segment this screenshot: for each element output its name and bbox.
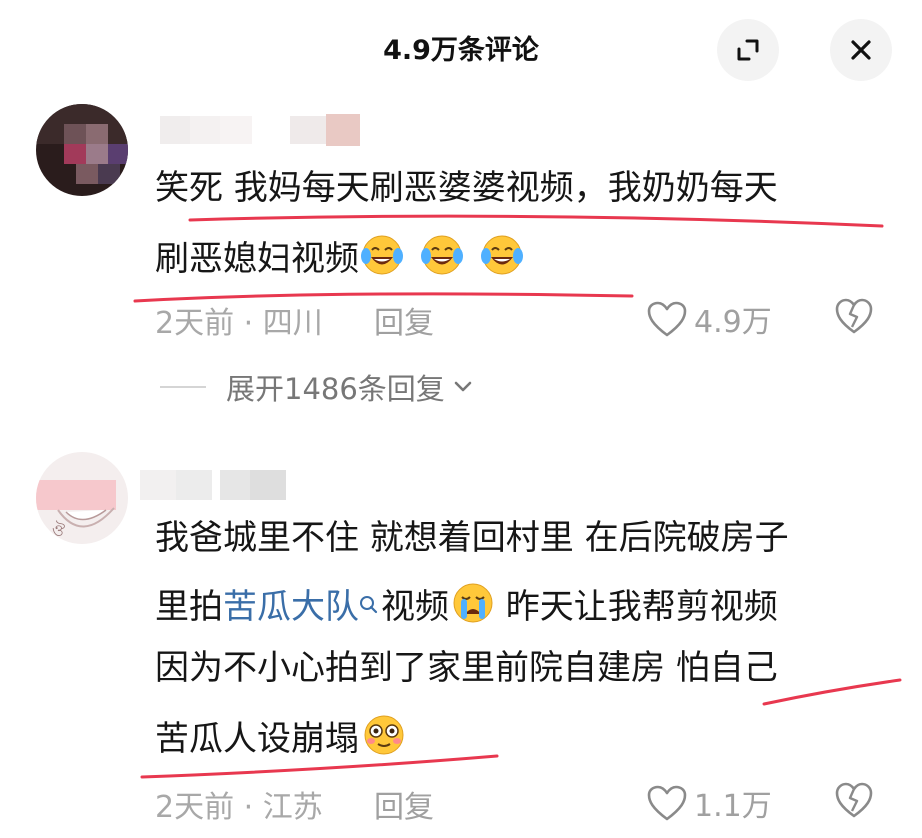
divider [160,386,206,388]
like-button[interactable]: 4.9万 [646,297,772,341]
meta-separator: · [243,790,254,825]
svg-text:ঔ: ঔ [52,521,65,540]
heart-icon [647,785,687,821]
avatar[interactable] [36,104,128,196]
meta-separator: · [243,306,254,341]
flushed-face-emoji [361,714,407,765]
dislike-button[interactable] [834,297,874,339]
comment-text-line-1: 我爸城里不住 就想着回村里 在后院破房子 [155,518,789,558]
comment-time: 2天前 [155,306,235,341]
comment-item: 笑死 我妈每天刷恶婆婆视频，我奶奶每天 刷恶媳妇视频 2天前 · 四川 回复 4… [0,0,922,420]
avatar[interactable]: ঔ [36,452,128,544]
username-blurred[interactable] [160,112,360,148]
broken-heart-icon [835,298,873,334]
like-button[interactable]: 1.1万 [646,781,772,825]
comment-meta: 2天前 · 江苏 [155,782,323,826]
reply-button[interactable]: 回复 [374,298,434,342]
search-icon[interactable] [359,586,379,626]
comment-item: ঔ 我爸城里不住 就想着回村里 在后院破房子 里拍苦瓜大队 视频 昨天让我帮剪视频… [0,420,922,838]
topic-link[interactable]: 苦瓜大队 [223,587,359,627]
reply-button[interactable]: 回复 [374,782,434,826]
comment-text-line-3: 因为不小心拍到了家里前院自建房 怕自己 [155,648,778,688]
expand-replies-label: 展开1486条回复 [226,372,445,406]
comment-time: 2天前 [155,790,235,825]
comment-text-line-2: 刷恶媳妇视频 [155,234,537,285]
like-count: 1.1万 [694,789,772,824]
expand-replies-button[interactable]: 展开1486条回复 [160,366,475,408]
comment-text-line-2: 里拍苦瓜大队 视频 昨天让我帮剪视频 [155,582,778,633]
crying-face-emoji [451,582,495,633]
tears-of-joy-emoji [361,234,537,285]
broken-heart-icon [835,782,873,818]
username-blurred[interactable] [140,466,290,502]
comment-text: 苦瓜人设崩塌 [155,719,359,759]
dislike-button[interactable] [834,781,874,823]
heart-icon [647,301,687,337]
comment-meta: 2天前 · 四川 [155,298,323,342]
comment-text: 昨天让我帮剪视频 [495,587,778,627]
like-count: 4.9万 [694,305,772,340]
comment-text: 里拍 [155,587,223,627]
comment-location: 江苏 [262,790,323,825]
chevron-down-icon [454,381,472,392]
comment-text-line-1: 笑死 我妈每天刷恶婆婆视频，我奶奶每天 [155,168,778,208]
comment-location: 四川 [262,306,323,341]
comment-text-line-4: 苦瓜人设崩塌 [155,714,407,765]
comment-text: 刷恶媳妇视频 [155,239,359,279]
comment-text: 视频 [381,587,449,627]
